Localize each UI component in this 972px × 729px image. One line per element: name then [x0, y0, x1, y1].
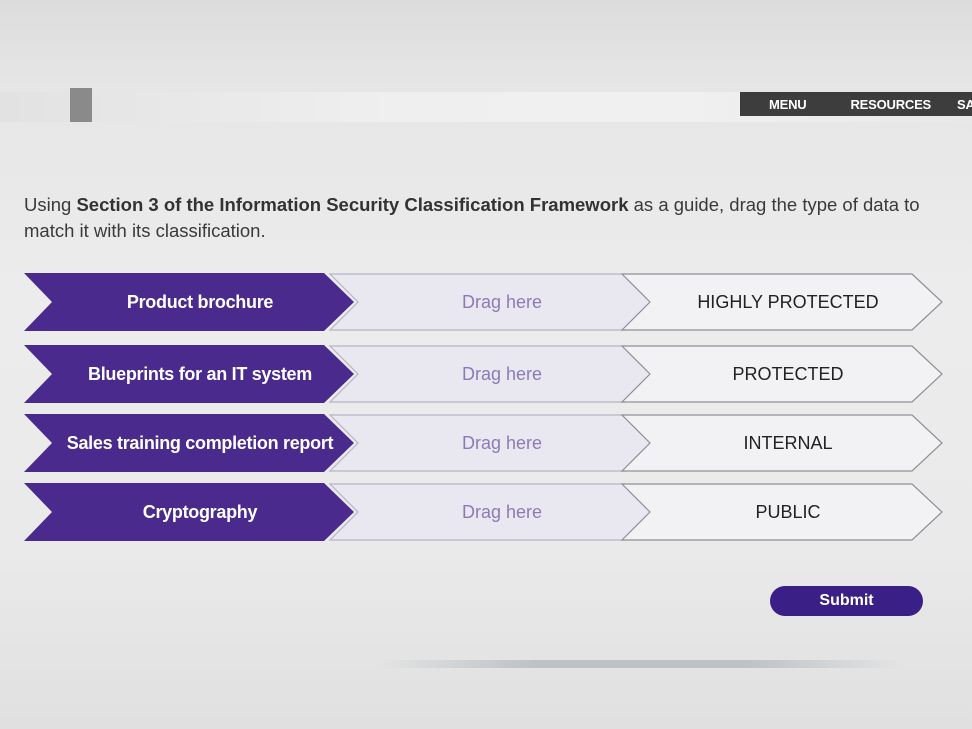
classification-label: PROTECTED [732, 363, 844, 384]
question-prompt: Using Section 3 of the Information Secur… [24, 192, 934, 244]
match-row: Sales training completion report Drag he… [24, 414, 946, 472]
classification-label: PUBLIC [755, 501, 821, 522]
match-row: Cryptography Drag here PUBLIC [24, 483, 946, 541]
resources-button[interactable]: RESOURCES [850, 97, 931, 112]
drop-zone-label: Drag here [461, 501, 543, 522]
footer-divider [380, 660, 900, 668]
draggable-item-sales-training-report[interactable]: Sales training completion report [24, 414, 354, 472]
classification-target-internal: INTERNAL [620, 414, 946, 472]
classification-label: INTERNAL [743, 432, 833, 453]
classification-target-protected: PROTECTED [620, 345, 946, 403]
drop-zone-label: Drag here [461, 432, 543, 453]
top-nav: MENU RESOURCES SAVE [740, 92, 972, 116]
drop-zone[interactable]: Drag here [328, 483, 658, 541]
save-button[interactable]: SAVE [957, 97, 972, 112]
drop-zone[interactable]: Drag here [328, 414, 658, 472]
menu-button[interactable]: MENU [769, 97, 807, 112]
submit-button[interactable]: Submit [770, 586, 923, 616]
match-row: Product brochure Drag here HIGHLY PROTEC… [24, 273, 946, 331]
draggable-item-blueprints[interactable]: Blueprints for an IT system [24, 345, 354, 403]
draggable-item-product-brochure[interactable]: Product brochure [24, 273, 354, 331]
classification-target-highly-protected: HIGHLY PROTECTED [620, 273, 946, 331]
draggable-item-cryptography[interactable]: Cryptography [24, 483, 354, 541]
prompt-text-bold: Section 3 of the Information Security Cl… [76, 194, 629, 215]
classification-label: HIGHLY PROTECTED [697, 291, 879, 312]
drop-zone-label: Drag here [461, 363, 543, 384]
drop-zone[interactable]: Drag here [328, 273, 658, 331]
drop-zone[interactable]: Drag here [328, 345, 658, 403]
drop-zone-label: Drag here [461, 291, 543, 312]
prompt-text-start: Using [24, 194, 77, 215]
logo-icon [70, 88, 92, 122]
classification-target-public: PUBLIC [620, 483, 946, 541]
match-row: Blueprints for an IT system Drag here PR… [24, 345, 946, 403]
